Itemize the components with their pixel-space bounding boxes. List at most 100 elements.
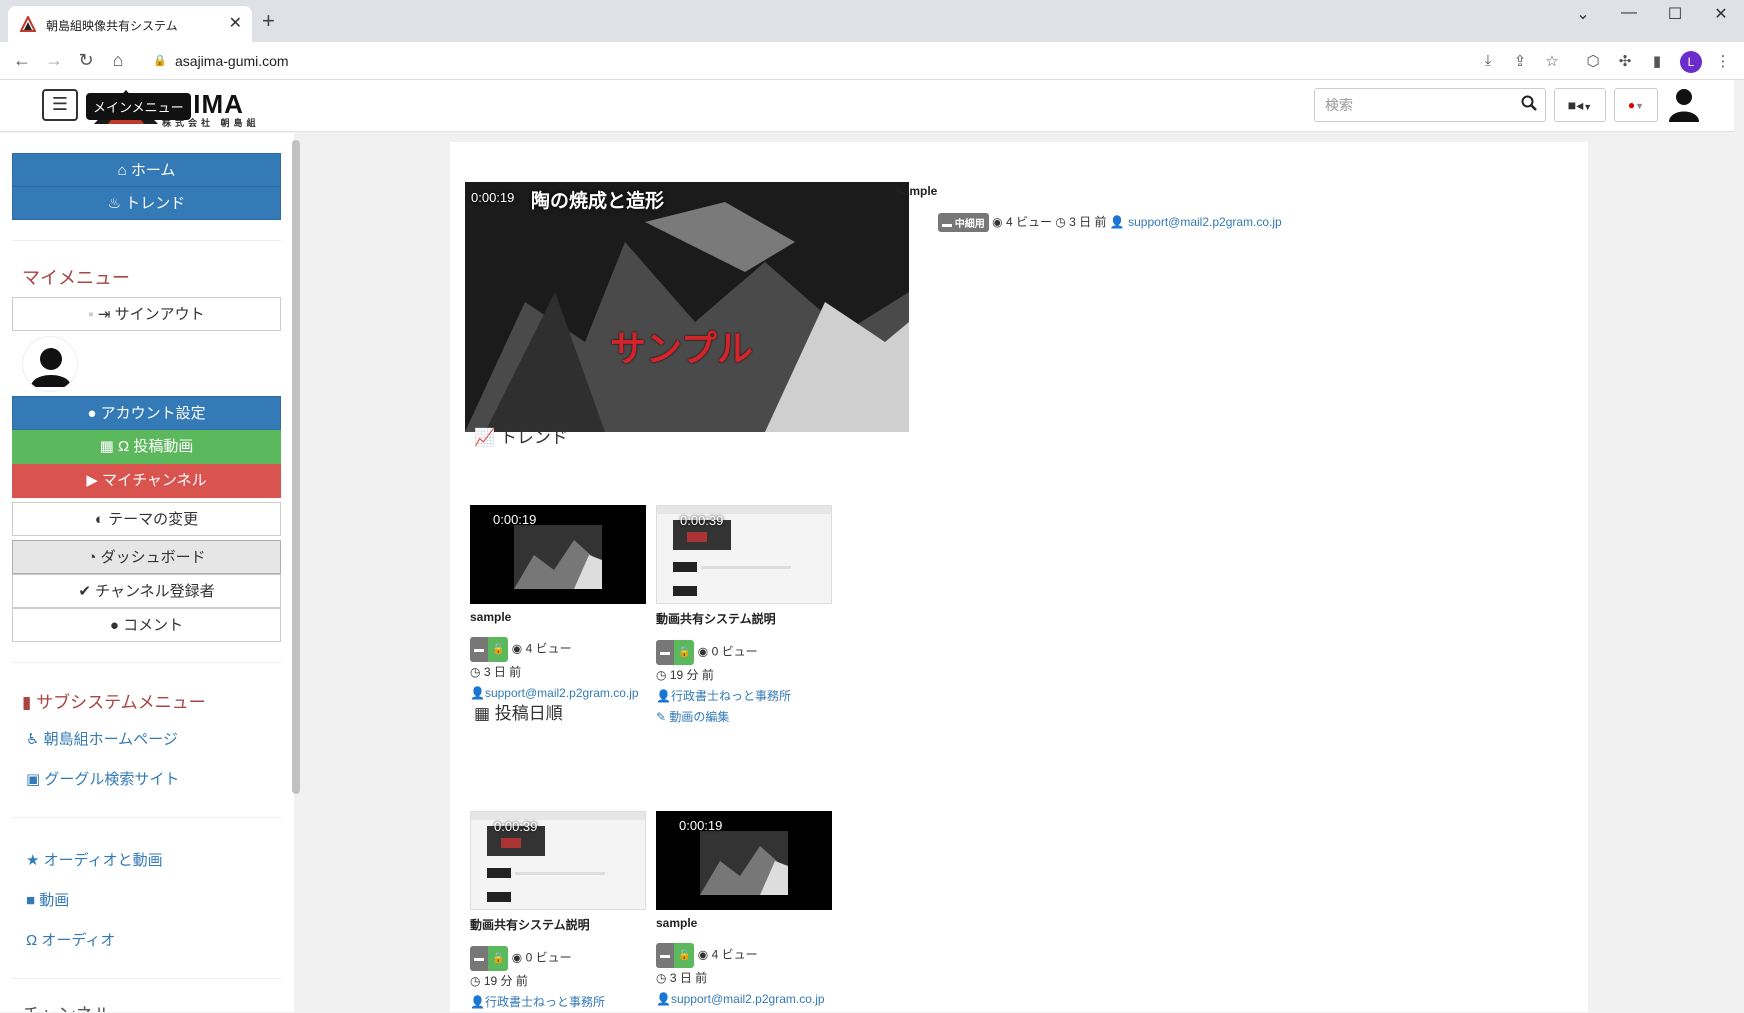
- uploader-link[interactable]: 👤support@mail2.p2gram.co.jp: [470, 686, 639, 700]
- uploader-name: support@mail2.p2gram.co.jp: [670, 992, 825, 1006]
- featured-video-thumbnail[interactable]: 0:00:19 陶の焼成と造形 サンプル: [465, 182, 909, 432]
- channel-subscribers-button[interactable]: ✔ チャンネル登録者: [12, 574, 281, 608]
- chrome-menu-icon[interactable]: ⋮: [1712, 52, 1734, 70]
- user-account-icon[interactable]: [1666, 86, 1702, 122]
- browser-tab[interactable]: 朝島組映像共有システム ✕: [8, 6, 252, 42]
- posted-ago: 3 日 前: [669, 971, 708, 985]
- contrast-icon: ◐: [94, 511, 104, 528]
- view-count: 4 ビュー: [525, 641, 572, 656]
- extensions-puzzle-icon[interactable]: ✣: [1614, 52, 1636, 70]
- video-thumbnail[interactable]: 0:00:39: [470, 811, 646, 910]
- back-icon[interactable]: ←: [10, 50, 34, 71]
- headphones-icon: Ω: [26, 932, 38, 949]
- hamburger-icon: ☰: [51, 94, 69, 114]
- sidebar-home-button[interactable]: ⌂ ホーム: [12, 153, 281, 187]
- eye-icon: ◉: [697, 644, 709, 659]
- install-icon[interactable]: ⤓: [1477, 52, 1499, 69]
- video-title[interactable]: sample: [470, 610, 646, 624]
- caret-down-icon: ▼: [1583, 102, 1593, 112]
- eye-icon: ◉: [992, 215, 1003, 229]
- sidebar-home-label: ホーム: [130, 162, 176, 179]
- video-card[interactable]: 0:00:19 sample ▬ 🔓 ◉ 4 ビュー ◷ 3 日 前 👤suppo…: [656, 811, 832, 1010]
- language-button[interactable]: ●▼: [1614, 88, 1658, 122]
- user-silhouette-icon: [31, 348, 71, 387]
- divider: [12, 817, 281, 818]
- film-icon: ▦: [99, 438, 114, 455]
- view-count: 4 ビュー: [1005, 215, 1052, 229]
- edit-video-link[interactable]: ✎ 動画の編集: [656, 710, 729, 724]
- asajima-homepage-link[interactable]: ♿ 朝島組ホームページ: [26, 728, 178, 749]
- audio-video-link[interactable]: ★ オーディオと動画: [26, 849, 163, 870]
- video-thumbnail[interactable]: 0:00:19: [656, 811, 832, 910]
- line-chart-icon: 📈: [474, 428, 496, 447]
- comments-label: コメント: [123, 617, 184, 634]
- search-icon[interactable]: [1521, 95, 1537, 111]
- trend-section-label: トレンド: [499, 428, 568, 447]
- comments-button[interactable]: ● コメント: [12, 608, 281, 642]
- video-duration: 0:00:19: [471, 190, 515, 205]
- tab-close-icon[interactable]: ✕: [229, 13, 242, 33]
- signout-button[interactable]: ▪ ⇥ サインアウト: [12, 297, 281, 331]
- video-title[interactable]: 動画共有システム説明: [470, 916, 646, 933]
- caret-down-icon: ▼: [1635, 101, 1645, 111]
- accessibility-icon: ♿: [26, 731, 40, 748]
- bookmark-star-icon[interactable]: ☆: [1541, 52, 1563, 70]
- extension-shield-icon[interactable]: ⬡: [1582, 52, 1604, 70]
- sidebar: ⌂ ホーム ♨ トレンド マイメニュー ▪ ⇥ サインアウト ● アカウント設定…: [0, 133, 294, 1012]
- video-link[interactable]: ■ 動画: [26, 889, 69, 910]
- fire-icon: ♨: [107, 195, 122, 212]
- video-card[interactable]: 0:00:39 動画共有システム説明 ▬ 🔓 ◉ 0 ビュー ◷ 19 分 前 👤…: [470, 811, 646, 1013]
- maximize-icon[interactable]: ☐: [1660, 4, 1690, 24]
- dashboard-button[interactable]: ◔ ダッシュボード: [12, 540, 281, 574]
- forward-icon[interactable]: →: [42, 50, 66, 71]
- sidebar-trend-button[interactable]: ♨ トレンド: [12, 186, 281, 220]
- folder-icon: ▬: [470, 637, 488, 662]
- lock-icon[interactable]: 🔒: [153, 54, 167, 67]
- address-bar[interactable]: asajima-gumi.com: [175, 53, 289, 69]
- posted-ago: 19 分 前: [669, 668, 714, 682]
- audio-link[interactable]: Ω オーディオ: [26, 929, 115, 950]
- main-menu-button[interactable]: ☰: [42, 89, 78, 121]
- uploader-link[interactable]: 👤行政書士ねっと事務所: [656, 689, 791, 703]
- video-thumbnail[interactable]: 0:00:39: [656, 505, 832, 604]
- home-icon[interactable]: ⌂: [106, 50, 130, 71]
- uploader-link[interactable]: 👤support@mail2.p2gram.co.jp: [656, 992, 825, 1006]
- minimize-icon[interactable]: —: [1614, 4, 1644, 22]
- google-search-link[interactable]: ▣ グーグル検索サイト: [26, 768, 179, 789]
- search-input[interactable]: [1325, 97, 1505, 113]
- signout-label: サインアウト: [114, 306, 205, 323]
- posted-videos-button[interactable]: ▦ Ω 投稿動画: [12, 430, 281, 464]
- video-card[interactable]: 0:00:39 動画共有システム説明 ▬ 🔓 ◉ 0 ビュー ◷ 19 分 前 👤…: [656, 505, 832, 728]
- calendar-icon: ▦: [474, 704, 491, 723]
- eye-icon: ◉: [511, 950, 523, 965]
- tab-search-icon[interactable]: ⌄: [1568, 4, 1598, 24]
- posted-ago: 3 日 前: [1069, 215, 1107, 229]
- sidebar-scrollbar[interactable]: [292, 140, 300, 794]
- uploader-link[interactable]: 👤行政書士ねっと事務所: [470, 995, 605, 1009]
- upload-video-button[interactable]: ■◂▼: [1554, 88, 1606, 122]
- sidebar-avatar[interactable]: [22, 336, 78, 392]
- side-panel-icon[interactable]: ▮: [1646, 52, 1668, 70]
- video-card[interactable]: 0:00:19 sample ▬ 🔓 ◉ 4 ビュー ◷ 3 日 前 👤suppo…: [470, 505, 646, 704]
- reload-icon[interactable]: ↻: [74, 50, 98, 71]
- new-tab-icon[interactable]: +: [262, 8, 275, 34]
- video-title[interactable]: 動画共有システム説明: [656, 610, 832, 627]
- share-icon[interactable]: ⇪: [1509, 52, 1531, 70]
- uploader-link[interactable]: 👤 support@mail2.p2gram.co.jp: [1110, 215, 1282, 229]
- uploader-name: 行政書士ねっと事務所: [484, 995, 605, 1009]
- theme-change-button[interactable]: ◐ テーマの変更: [12, 502, 281, 536]
- user-circle-icon: ●: [87, 405, 97, 422]
- close-window-icon[interactable]: ✕: [1706, 4, 1736, 24]
- profile-avatar[interactable]: L: [1680, 51, 1702, 73]
- divider: [12, 240, 281, 241]
- featured-video-title[interactable]: sample: [896, 184, 937, 198]
- divider: [12, 662, 281, 663]
- eye-icon: ◉: [511, 641, 523, 656]
- my-channel-button[interactable]: ▶ マイチャンネル: [12, 464, 281, 498]
- home-icon: ⌂: [117, 162, 127, 179]
- account-settings-button[interactable]: ● アカウント設定: [12, 396, 281, 430]
- video-title[interactable]: sample: [656, 916, 832, 930]
- dashboard-label: ダッシュボード: [100, 549, 206, 566]
- video-thumbnail[interactable]: 0:00:19: [470, 505, 646, 604]
- asajima-homepage-label: 朝島組ホームページ: [43, 731, 178, 748]
